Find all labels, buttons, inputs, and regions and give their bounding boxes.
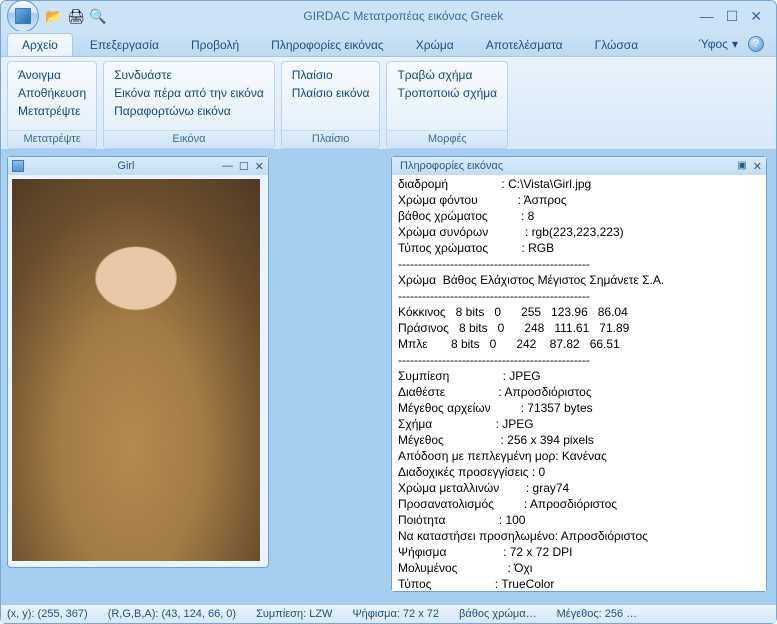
cmd-image-over-image[interactable]: Εικόνα πέρα από την εικόνα	[114, 86, 264, 100]
statusbar: (x, y): (255, 367) (R,G,B,A): (43, 124, …	[1, 604, 776, 623]
status-xy: (x, y): (255, 367)	[7, 608, 88, 620]
tab-file[interactable]: Αρχείο	[7, 33, 73, 56]
cmd-save[interactable]: Αποθήκευση	[18, 86, 86, 100]
info-text: διαδρομή : C:\Vista\Girl.jpg Χρώμα φόντο…	[392, 175, 766, 591]
tab-language[interactable]: Γλώσσα	[580, 33, 654, 56]
status-size: Μέγεθος: 256 …	[557, 608, 638, 620]
child-minimize-icon[interactable]: —	[222, 160, 233, 173]
titlebar: 📂 🖨 🔍 GIRDAC Μετατροπέας εικόνας Greek —…	[1, 1, 776, 31]
ribbon-tabs: Αρχείο Επεξεργασία Προβολή Πληροφορίες ε…	[1, 31, 776, 57]
group-label-convert: Μετατρέψτε	[8, 130, 96, 148]
image-window[interactable]: Girl — ☐ ✕	[7, 156, 269, 568]
cmd-overload-image[interactable]: Παραφορτώνω εικόνα	[114, 104, 264, 118]
image-window-titlebar[interactable]: Girl — ☐ ✕	[8, 157, 268, 175]
help-icon[interactable]: ?	[748, 36, 764, 52]
cmd-frame[interactable]: Πλαίσιο	[292, 68, 370, 82]
image-window-title: Girl	[30, 160, 222, 172]
style-label: Ύφος	[699, 37, 728, 51]
ribbon: Άνοιγμα Αποθήκευση Μετατρέψτε Μετατρέψτε…	[1, 57, 776, 150]
group-label-image: Εικόνα	[104, 130, 274, 148]
print-icon[interactable]: 🖨	[67, 7, 85, 25]
close-button[interactable]: ✕	[750, 8, 762, 25]
app-menu-orb[interactable]	[7, 0, 39, 32]
pin-icon[interactable]: ▣	[737, 160, 746, 173]
minimize-button[interactable]: —	[700, 8, 714, 25]
cmd-open[interactable]: Άνοιγμα	[18, 68, 86, 82]
app-window: 📂 🖨 🔍 GIRDAC Μετατροπέας εικόνας Greek —…	[0, 0, 777, 624]
image-viewport	[8, 175, 268, 565]
cmd-convert[interactable]: Μετατρέψτε	[18, 104, 86, 118]
cmd-modify-shape[interactable]: Τροποποιώ σχήμα	[397, 86, 497, 100]
child-maximize-icon[interactable]: ☐	[239, 160, 249, 173]
open-icon[interactable]: 📂	[45, 7, 63, 25]
tab-results[interactable]: Αποτελέσματα	[471, 33, 578, 56]
tab-image-info[interactable]: Πληροφορίες εικόνας	[256, 33, 399, 56]
style-menu[interactable]: Ύφος ▾ ?	[693, 32, 770, 56]
ribbon-group-image: Συνδυάστε Εικόνα πέρα από την εικόνα Παρ…	[103, 61, 275, 149]
cmd-frame-image[interactable]: Πλαίσιο εικόνα	[292, 86, 370, 100]
status-compression: Συμπίεση: LZW	[256, 608, 332, 620]
ribbon-group-convert: Άνοιγμα Αποθήκευση Μετατρέψτε Μετατρέψτε	[7, 61, 97, 149]
maximize-button[interactable]: ☐	[726, 8, 739, 25]
window-controls: — ☐ ✕	[700, 8, 770, 25]
app-title: GIRDAC Μετατροπέας εικόνας Greek	[107, 9, 700, 23]
info-window-title: Πληροφορίες εικόνας	[396, 160, 737, 172]
info-window-titlebar[interactable]: Πληροφορίες εικόνας ▣ ✕	[392, 157, 766, 175]
image-content	[12, 179, 260, 561]
chevron-down-icon: ▾	[732, 37, 738, 51]
info-close-icon[interactable]: ✕	[753, 160, 762, 173]
tab-edit[interactable]: Επεξεργασία	[75, 33, 174, 56]
app-icon	[15, 8, 31, 24]
cmd-draw-shape[interactable]: Τραβώ σχήμα	[397, 68, 497, 82]
ribbon-group-frame: Πλαίσιο Πλαίσιο εικόνα Πλαίσιο	[281, 61, 381, 149]
status-depth: βάθος χρώμα…	[459, 608, 537, 620]
group-label-shapes: Μορφές	[387, 130, 507, 148]
status-resolution: Ψήφισμα: 72 x 72	[352, 608, 439, 620]
info-window[interactable]: Πληροφορίες εικόνας ▣ ✕ διαδρομή : C:\Vi…	[391, 156, 767, 592]
child-close-icon[interactable]: ✕	[255, 160, 264, 173]
tab-view[interactable]: Προβολή	[176, 33, 254, 56]
preview-icon[interactable]: 🔍	[89, 7, 107, 25]
quick-access-toolbar: 📂 🖨 🔍	[45, 7, 107, 25]
mdi-workspace: Girl — ☐ ✕ Πληροφορίες εικόνας ▣ ✕ διαδρ…	[1, 150, 776, 604]
cmd-combine[interactable]: Συνδυάστε	[114, 68, 264, 82]
image-icon	[12, 160, 24, 172]
group-label-frame: Πλαίσιο	[282, 130, 380, 148]
tab-color[interactable]: Χρώμα	[401, 33, 469, 56]
ribbon-group-shapes: Τραβώ σχήμα Τροποποιώ σχήμα Μορφές	[386, 61, 508, 149]
status-rgba: (R,G,B,A): (43, 124, 66, 0)	[108, 608, 236, 620]
